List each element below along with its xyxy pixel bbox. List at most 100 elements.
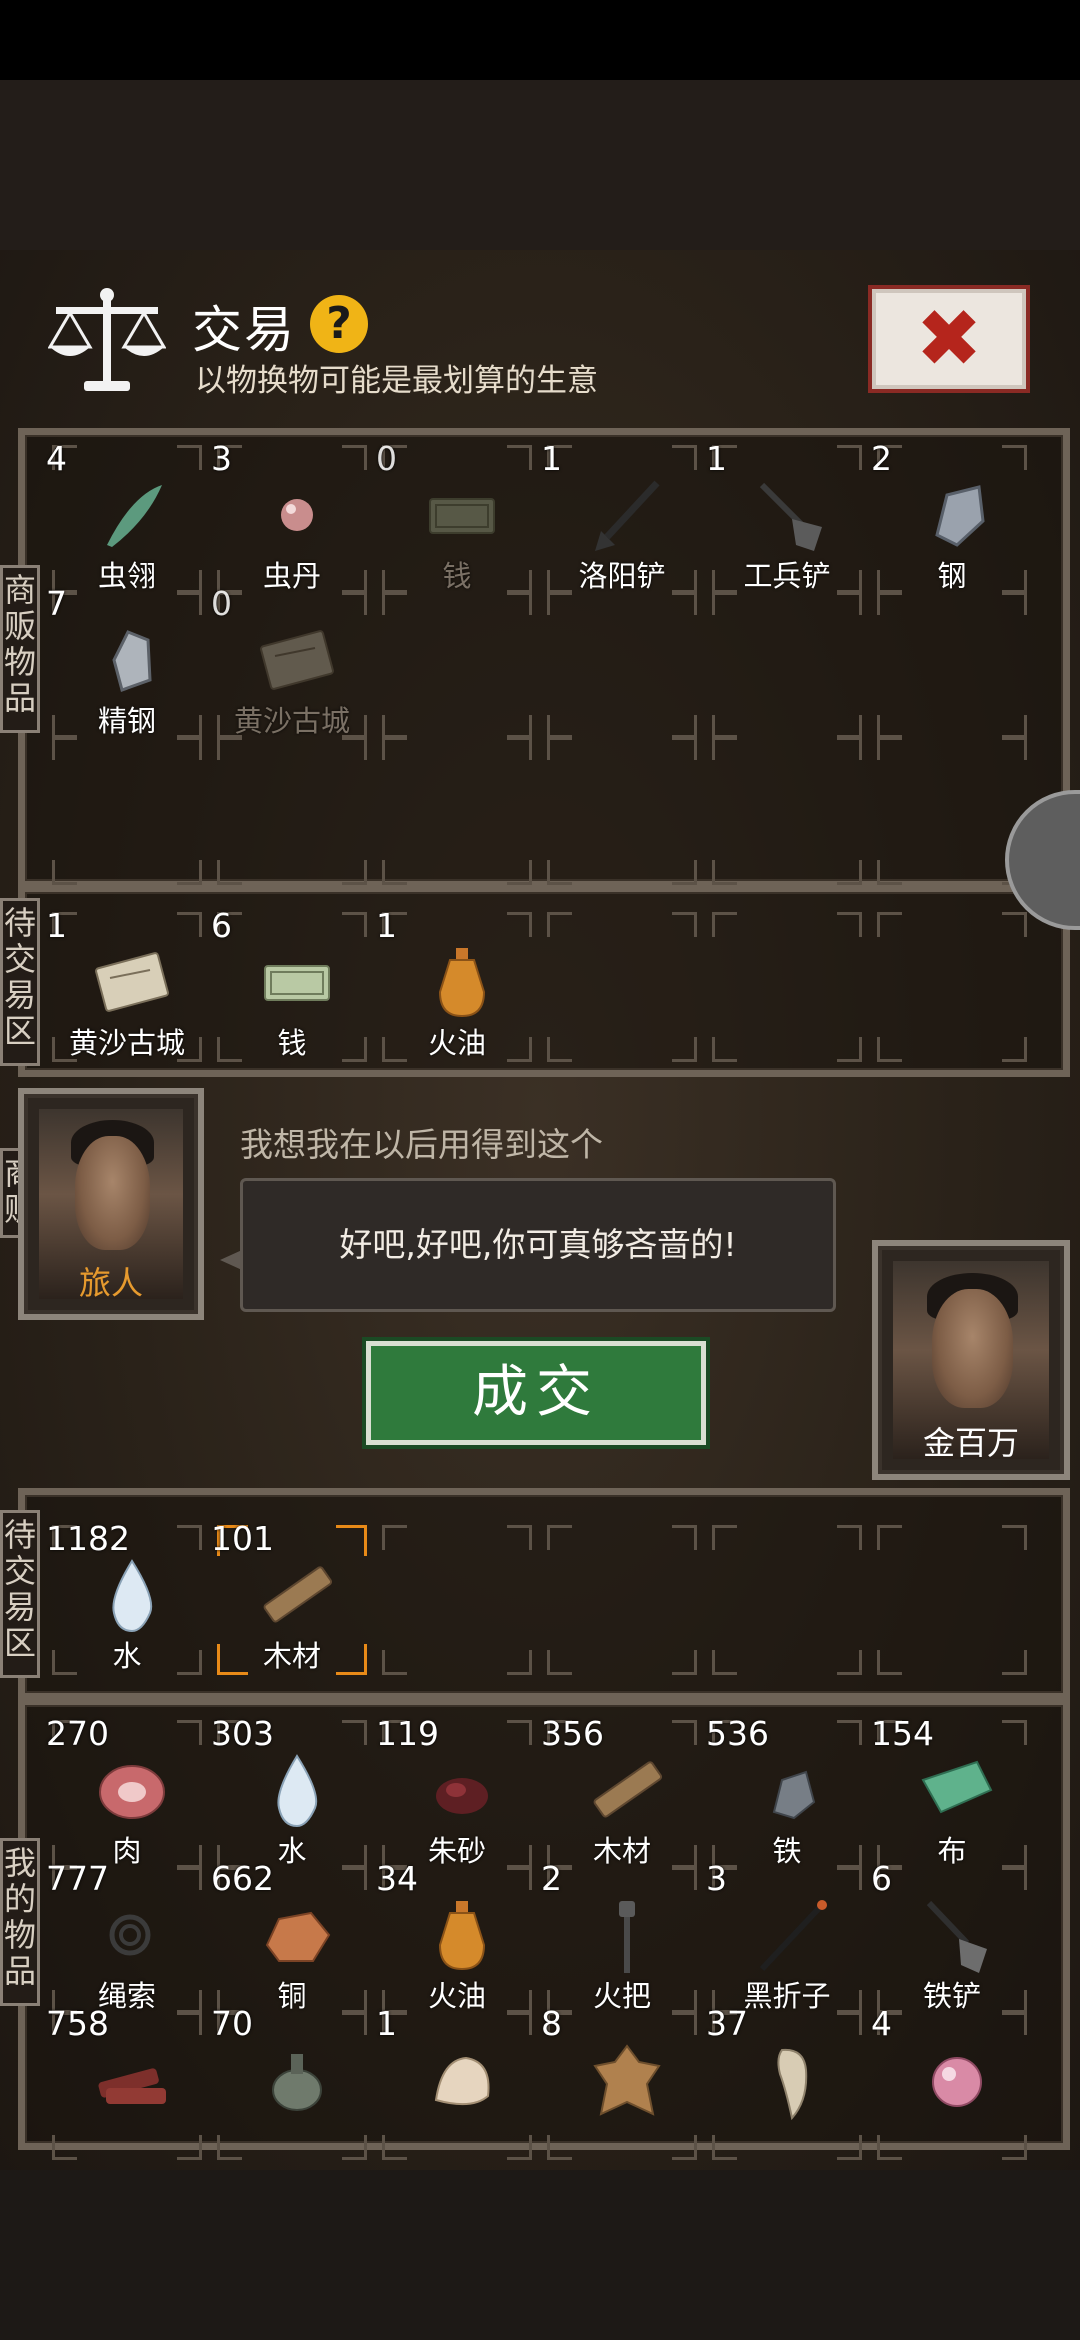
item-count: 1 (706, 439, 727, 478)
inventory-slot[interactable]: 70 (211, 2004, 367, 2160)
page-title: 交易 (192, 301, 296, 359)
inventory-slot[interactable]: 6钱 (211, 906, 367, 1062)
empty-slot (712, 912, 862, 1062)
inventory-slot[interactable]: 119 朱砂 (376, 1714, 532, 1870)
inventory-slot[interactable]: 270 肉 (46, 1714, 202, 1870)
inventory-slot[interactable]: 4 虫翎 (46, 439, 202, 595)
inventory-slot[interactable]: 37 (706, 2004, 862, 2160)
inventory-slot[interactable]: 1 (376, 2004, 532, 2160)
player-name: 金百万 (922, 1424, 1019, 1462)
inventory-slot[interactable]: 536 铁 (706, 1714, 862, 1870)
inventory-slot[interactable]: 1182 水 (46, 1519, 202, 1675)
inventory-slot[interactable]: 2钢 (871, 439, 1027, 595)
item-name: 钢 (937, 559, 967, 593)
empty-slot (712, 1525, 862, 1675)
jerky-icon (98, 2068, 166, 2104)
empty-slot (547, 1525, 697, 1675)
help-icon[interactable]: ? (310, 295, 368, 353)
item-count: 34 (376, 1859, 418, 1898)
rope-icon (109, 1914, 151, 1956)
water-drop-icon (112, 1559, 153, 1633)
steel-icon (935, 485, 985, 547)
inventory-slot[interactable]: 356 木材 (541, 1714, 697, 1870)
empty-slot (712, 590, 862, 740)
inventory-slot[interactable]: 0 黄沙古城 (211, 584, 367, 740)
speech-label: 我想我在以后用得到这个 (240, 1125, 603, 1164)
bottom-bar (0, 2170, 1080, 2340)
hide-icon (593, 2044, 661, 2116)
inventory-slot[interactable]: 1 洛阳铲 (541, 439, 697, 595)
item-name: 火油 (427, 1026, 486, 1060)
item-count: 1 (376, 906, 397, 945)
traveler-portrait: 旅人 (18, 1088, 204, 1320)
item-count: 2 (541, 1859, 562, 1898)
item-count: 4 (871, 2004, 892, 2043)
item-count: 8 (541, 2004, 562, 2043)
item-count: 119 (376, 1714, 439, 1753)
close-button[interactable]: ✖ (868, 285, 1030, 393)
inventory-slot[interactable]: 303 水 (211, 1714, 367, 1870)
empty-slot (547, 735, 697, 885)
page-subtitle: 以物换物可能是最划算的生意 (195, 363, 598, 399)
inventory-slot[interactable]: 1 工兵铲 (706, 439, 862, 595)
fine-steel-icon (112, 630, 152, 692)
empty-slot (877, 912, 1027, 1062)
status-bar (0, 0, 1080, 80)
inventory-slot[interactable]: 0钱 (376, 439, 532, 595)
cinnabar-icon (436, 1778, 488, 1814)
item-count: 4 (46, 439, 67, 478)
item-count: 70 (211, 2004, 253, 2043)
item-count: 0 (211, 584, 232, 623)
inventory-slot[interactable]: 1 黄沙古城 (46, 906, 202, 1062)
wood-icon (593, 1761, 663, 1818)
item-count: 1 (376, 2004, 397, 2043)
cloth-icon (921, 1760, 993, 1814)
item-count: 303 (211, 1714, 274, 1753)
item-count: 3 (706, 1859, 727, 1898)
inventory-slot[interactable]: 101 木材 (211, 1519, 367, 1675)
traveler-name: 旅人 (78, 1264, 143, 1302)
item-count: 6 (211, 906, 232, 945)
meat-icon (99, 1765, 165, 1819)
inventory-slot[interactable]: 34 火油 (376, 1859, 532, 2015)
wood-icon (263, 1566, 333, 1623)
empty-slot (382, 1525, 532, 1675)
inventory-slot[interactable]: 758 (46, 2004, 202, 2160)
money-icon (429, 498, 495, 534)
copper-icon (265, 1911, 331, 1962)
item-count: 2 (871, 439, 892, 478)
inventory-slot[interactable]: 1 火油 (376, 906, 532, 1062)
bone-icon (434, 2056, 490, 2106)
inventory-slot[interactable]: 3 黑折子 (706, 1859, 862, 2015)
item-name: 木材 (262, 1639, 321, 1673)
inventory-slot[interactable]: 777 绳索 (46, 1859, 202, 2015)
empty-slot (877, 1525, 1027, 1675)
flask-icon (272, 2054, 322, 2111)
item-count: 6 (871, 1859, 892, 1898)
inventory-slot[interactable]: 154 布 (871, 1714, 1027, 1870)
player-portrait: 金百万 (872, 1240, 1070, 1480)
inventory-slot[interactable]: 6 铁铲 (871, 1859, 1027, 2015)
empty-slot (382, 590, 532, 740)
item-count: 662 (211, 1859, 274, 1898)
deal-button[interactable]: 成交 (362, 1337, 710, 1449)
empty-slot (382, 735, 532, 885)
map-icon (260, 630, 334, 690)
item-count: 758 (46, 2004, 109, 2043)
item-count: 777 (46, 1859, 109, 1898)
speech-bubble-tail (220, 1250, 242, 1270)
item-count: 0 (376, 439, 397, 478)
inventory-slot[interactable]: 4 (871, 2004, 1027, 2160)
black-stick-icon (759, 1900, 827, 1972)
map-icon (95, 952, 169, 1012)
inventory-slot[interactable]: 2 火把 (541, 1859, 697, 2015)
spade-icon (759, 482, 822, 551)
inventory-slot[interactable]: 8 (541, 2004, 697, 2160)
inventory-slot[interactable]: 7 精钢 (46, 584, 202, 740)
inventory-slot[interactable]: 662 铜 (211, 1859, 367, 2015)
item-count: 356 (541, 1714, 604, 1753)
inventory-slot[interactable]: 3 虫丹 (211, 439, 367, 595)
item-count: 3 (211, 439, 232, 478)
scale-icon (48, 288, 166, 391)
pearl-icon (281, 499, 313, 531)
